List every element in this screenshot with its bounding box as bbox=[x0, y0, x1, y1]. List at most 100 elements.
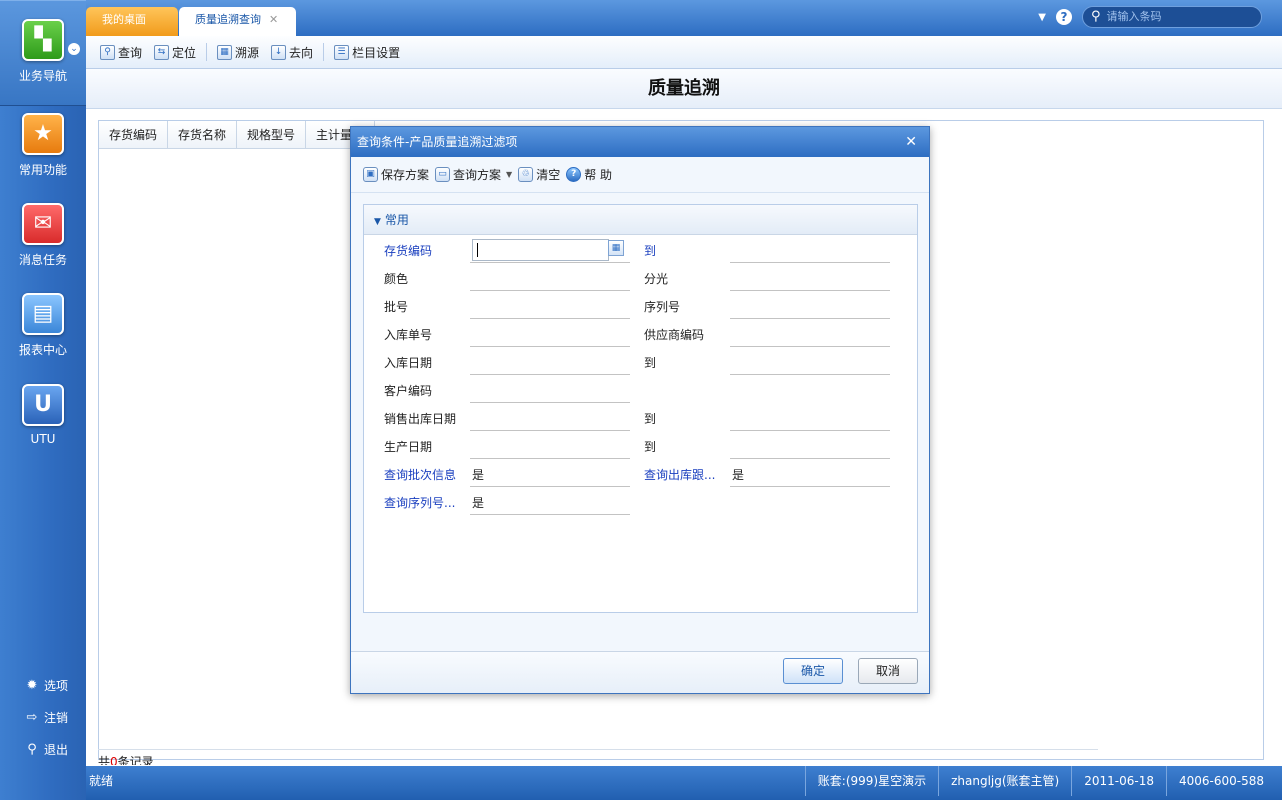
locate-icon: ⇆ bbox=[154, 44, 170, 60]
chevron-down-icon: ▼ bbox=[506, 170, 513, 179]
sales-out-date-to-input[interactable] bbox=[730, 430, 890, 431]
sidebar-item-favorites[interactable]: ★ 常用功能 bbox=[0, 113, 86, 178]
filter-row: 批号 序列号 bbox=[364, 292, 919, 320]
receipt-number-input[interactable] bbox=[470, 346, 630, 347]
chevron-down-icon: ▼ bbox=[374, 217, 381, 227]
sidebar: ▚ ⌄ 业务导航 ★ 常用功能 ✉ 消息任务 ▤ 报表中心 U UTU ✹ 选项… bbox=[0, 0, 86, 800]
save-scheme-label: 保存方案 bbox=[381, 168, 430, 182]
column-settings-button[interactable]: ☰ 栏目设置 bbox=[328, 44, 406, 61]
toolbar: ⚲ 查询 ⇆ 定位 ▦ 溯源 ↓ 去向 ☰ 栏目设置 bbox=[86, 36, 1282, 69]
status-date: 2011-06-18 bbox=[1071, 766, 1166, 796]
report-icon: ▤ bbox=[22, 293, 64, 335]
query-label: 查询 bbox=[118, 45, 143, 60]
batch-number-input[interactable] bbox=[470, 318, 630, 319]
query-button[interactable]: ⚲ 查询 bbox=[94, 44, 148, 61]
query-scheme-button[interactable]: ▭ 查询方案 ▼ bbox=[435, 166, 512, 183]
exit-button[interactable]: ⚲ 退出 bbox=[24, 741, 68, 758]
inventory-code-to-input[interactable] bbox=[730, 262, 890, 263]
save-scheme-button[interactable]: ▣ 保存方案 bbox=[363, 166, 429, 183]
column-header-spec-model[interactable]: 规格型号 bbox=[237, 121, 307, 149]
serial-number-input[interactable] bbox=[730, 318, 890, 319]
query-batch-info-select[interactable]: 是 bbox=[472, 466, 484, 483]
options-button[interactable]: ✹ 选项 bbox=[24, 677, 68, 694]
field-label: 生产日期 bbox=[384, 440, 433, 454]
color-input[interactable] bbox=[470, 290, 630, 291]
cancel-button[interactable]: 取消 bbox=[858, 658, 918, 684]
help-icon: ? bbox=[566, 167, 582, 182]
production-date-input[interactable] bbox=[470, 458, 630, 459]
field-label: 查询批次信息 bbox=[384, 468, 457, 482]
trace-source-button[interactable]: ▦ 溯源 bbox=[211, 44, 265, 61]
record-count: 共0条记录 bbox=[98, 753, 154, 765]
help-icon[interactable]: ? bbox=[1056, 9, 1072, 25]
field-underline bbox=[730, 486, 890, 487]
column-header-inventory-name[interactable]: 存货名称 bbox=[168, 121, 238, 149]
light-split-input[interactable] bbox=[730, 290, 890, 291]
filter-row: 查询批次信息 是 查询出库跟... 是 bbox=[364, 460, 919, 488]
business-nav-icon: ▚ bbox=[22, 19, 64, 61]
field-underline bbox=[470, 486, 630, 487]
filter-row: 生产日期 到 bbox=[364, 432, 919, 460]
receipt-date-to-input[interactable] bbox=[730, 374, 890, 375]
field-label: 到 bbox=[644, 356, 657, 370]
sidebar-item-label: 业务导航 bbox=[18, 69, 67, 83]
sidebar-item-reports[interactable]: ▤ 报表中心 bbox=[0, 293, 86, 358]
field-label: 分光 bbox=[644, 272, 669, 286]
filter-panel: ▼ 常用 存货编码 ▦ 到 颜色 分光 批号 序列号 入库单号 供应商编码 入库… bbox=[363, 204, 918, 613]
field-label: 查询出库跟... bbox=[644, 468, 716, 482]
sidebar-item-messages[interactable]: ✉ 消息任务 bbox=[0, 203, 86, 268]
dialog-footer: 确定 取消 bbox=[351, 651, 929, 693]
query-filter-dialog: 查询条件-产品质量追溯过滤项 ✕ ▣ 保存方案 ▭ 查询方案 ▼ ♲ 清空 ? 帮 助 ▼… bbox=[350, 126, 930, 694]
sales-out-date-input[interactable] bbox=[470, 430, 630, 431]
supplier-code-input[interactable] bbox=[730, 346, 890, 347]
ok-button[interactable]: 确定 bbox=[783, 658, 843, 684]
inventory-code-input[interactable] bbox=[472, 239, 609, 261]
dialog-toolbar: ▣ 保存方案 ▭ 查询方案 ▼ ♲ 清空 ? 帮 助 bbox=[351, 157, 929, 193]
trace-destination-button[interactable]: ↓ 去向 bbox=[265, 44, 319, 61]
message-icon: ✉ bbox=[22, 203, 64, 245]
logout-icon: ⇨ bbox=[26, 709, 38, 725]
locate-button[interactable]: ⇆ 定位 bbox=[148, 44, 202, 61]
production-date-to-input[interactable] bbox=[730, 458, 890, 459]
filter-row: 销售出库日期 到 bbox=[364, 404, 919, 432]
trace-destination-label: 去向 bbox=[289, 45, 314, 60]
chevron-down-icon[interactable]: ⌄ bbox=[68, 43, 80, 55]
status-text: 就绪 bbox=[89, 774, 114, 788]
sidebar-item-utu[interactable]: U UTU bbox=[0, 384, 86, 446]
close-icon[interactable]: ✕ bbox=[905, 127, 917, 157]
dropdown-arrow-icon[interactable]: ▼ bbox=[1038, 12, 1046, 23]
barcode-search-input[interactable]: ⚲ 请输入条码 bbox=[1082, 6, 1262, 28]
field-label: 查询序列号... bbox=[384, 496, 456, 510]
filter-row: 入库日期 到 bbox=[364, 348, 919, 376]
clear-label: 清空 bbox=[536, 168, 561, 182]
receipt-date-input[interactable] bbox=[470, 374, 630, 375]
clear-button[interactable]: ♲ 清空 bbox=[518, 166, 560, 183]
grid-picker-icon[interactable]: ▦ bbox=[608, 240, 624, 256]
sidebar-item-label: UTU bbox=[30, 432, 56, 446]
column-header-inventory-code[interactable]: 存货编码 bbox=[99, 121, 169, 149]
section-header-common[interactable]: ▼ 常用 bbox=[364, 205, 917, 235]
field-label: 到 bbox=[644, 244, 657, 258]
star-icon: ★ bbox=[22, 113, 64, 155]
close-icon[interactable]: ✕ bbox=[269, 13, 278, 26]
query-serial-select[interactable]: 是 bbox=[472, 494, 484, 511]
toolbar-divider bbox=[323, 43, 325, 61]
help-button[interactable]: ? 帮 助 bbox=[566, 166, 612, 183]
field-label: 存货编码 bbox=[384, 244, 433, 258]
section-label: 常用 bbox=[384, 213, 409, 227]
tab-my-desktop[interactable]: 我的桌面 bbox=[86, 7, 178, 36]
dialog-title-bar[interactable]: 查询条件-产品质量追溯过滤项 ✕ bbox=[351, 127, 929, 157]
filter-row: 入库单号 供应商编码 bbox=[364, 320, 919, 348]
customer-code-input[interactable] bbox=[470, 402, 630, 403]
query-outbound-trace-select[interactable]: 是 bbox=[732, 466, 744, 483]
tab-quality-trace-query[interactable]: 质量追溯查询 ✕ bbox=[179, 7, 296, 36]
sidebar-item-label: 消息任务 bbox=[18, 253, 67, 267]
search-placeholder: 请输入条码 bbox=[1106, 10, 1162, 23]
sidebar-item-business-nav[interactable]: ▚ ⌄ 业务导航 bbox=[0, 0, 86, 106]
status-bar: 就绪 账套:(999)星空演示 zhangljg(账套主管) 2011-06-1… bbox=[86, 766, 1282, 800]
field-underline bbox=[470, 514, 630, 515]
field-label: 颜色 bbox=[384, 272, 409, 286]
help-label: 帮 助 bbox=[584, 168, 613, 182]
logout-button[interactable]: ⇨ 注销 bbox=[24, 709, 68, 726]
key-icon: ⚲ bbox=[27, 741, 37, 757]
